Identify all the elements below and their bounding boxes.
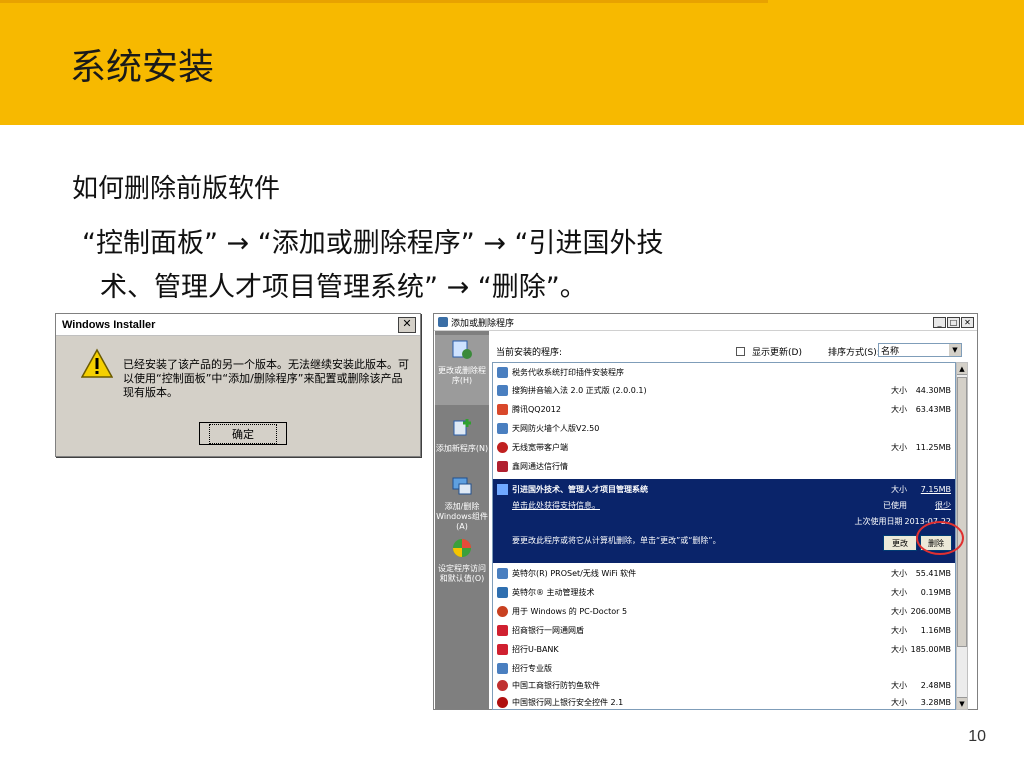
show-updates-label: 显示更新(D) (752, 348, 802, 358)
list-item[interactable]: 税务代收系统打印插件安装程序 (493, 363, 955, 381)
show-updates-checkbox[interactable] (736, 347, 745, 356)
warning-icon (81, 348, 113, 378)
program-icon (497, 366, 508, 378)
wireless-icon (497, 441, 508, 453)
selected-program[interactable]: 引进国外技术、管理人才项目管理系统 大小 7.15MB 单击此处获得支持信息。 已使用… (493, 479, 955, 563)
minimize-button[interactable]: _ (933, 316, 946, 328)
arp-title: 添加或删除程序 (451, 318, 515, 329)
list-item[interactable]: 招行U-BANK 大小 185.00MB (493, 640, 955, 658)
program-icon (497, 696, 508, 708)
sidebar-item-add-new[interactable]: 添加新程序(N) (435, 415, 489, 475)
arp-sidebar: 更改或删除程序(H) 添加新程序(N) 添加/删除Windows组件(A) 设定… (435, 331, 489, 709)
program-list: 税务代收系统打印插件安装程序 搜狗拼音输入法 2.0 正式版 (2.0.0.1)… (492, 362, 956, 710)
program-icon (497, 605, 508, 617)
list-item[interactable]: 英特尔(R) PROSet/无线 WiFi 软件 大小 55.41MB (493, 564, 955, 582)
arp-titlebar: 添加或删除程序 _ □ ✕ (434, 314, 977, 331)
scroll-thumb[interactable] (957, 377, 967, 647)
close-button[interactable]: ✕ (961, 316, 974, 328)
program-icon (497, 422, 508, 434)
installed-label: 当前安装的程序: (496, 348, 563, 358)
list-item[interactable]: 鑫网通达信行情 (493, 457, 955, 475)
program-icon (497, 483, 508, 495)
program-icon (497, 384, 508, 396)
list-item[interactable]: 腾讯QQ2012 大小 63.43MB (493, 400, 955, 418)
step-line-1: “控制面板” → “添加或删除程序” → “引进国外技 (82, 228, 664, 259)
page-number: 10 (968, 728, 986, 745)
maximize-button[interactable]: □ (947, 316, 960, 328)
add-remove-programs-window: 添加或删除程序 _ □ ✕ 更改或删除程序(H) 添加新程序(N) 添加/删除W… (433, 313, 978, 710)
slide-title: 系统安装 (70, 47, 215, 88)
dialog-title: Windows Installer (62, 318, 156, 331)
program-icon (497, 679, 508, 691)
sort-label: 排序方式(S): (828, 348, 880, 358)
list-item[interactable]: 天网防火墙个人版V2.50 (493, 419, 955, 437)
dialog-titlebar: Windows Installer ✕ (56, 314, 420, 336)
app-icon (438, 317, 448, 327)
selected-size-label: 大小 (891, 484, 907, 494)
ok-button-label: 确定 (209, 423, 277, 444)
support-info-link[interactable]: 单击此处获得支持信息。 (493, 500, 847, 511)
windows-components-icon (452, 477, 472, 495)
last-used-label: 上次使用日期 (854, 516, 903, 526)
slide: 系统安装 如何删除前版软件 “控制面板” → “添加或删除程序” → “引进国外… (0, 0, 1024, 768)
sidebar-item-windows-components[interactable]: 添加/删除Windows组件(A) (435, 473, 489, 533)
ok-button[interactable]: 确定 (199, 422, 287, 445)
list-item[interactable]: 英特尔® 主动管理技术 大小 0.19MB (493, 583, 955, 601)
used-label: 已使用 (883, 500, 907, 510)
list-item[interactable]: 招行专业版 (493, 659, 955, 677)
scroll-down-icon[interactable]: ▼ (957, 697, 967, 709)
installer-dialog: Windows Installer ✕ 已经安装了该产品的另一个版本。无法继续安… (55, 313, 421, 457)
defaults-icon (453, 539, 471, 557)
program-icon (497, 586, 508, 598)
change-button[interactable]: 更改 (883, 535, 917, 551)
scroll-up-icon[interactable]: ▲ (957, 363, 967, 375)
sidebar-item-change-remove[interactable]: 更改或删除程序(H) (435, 335, 489, 405)
change-remove-icon (452, 340, 472, 359)
step-instructions: “控制面板” → “添加或删除程序” → “引进国外技 术、管理人才项目管理系统… (82, 222, 942, 310)
sort-value: 名称 (881, 346, 900, 357)
list-item[interactable]: 无线宽带客户端 大小 11.25MB (493, 438, 955, 456)
sort-select[interactable]: 名称 ▼ (878, 343, 962, 357)
step-line-2: 术、管理人才项目管理系统” → “删除”。 (100, 272, 587, 303)
add-new-icon (453, 419, 471, 436)
selected-size: 7.15MB (920, 484, 951, 494)
header-accent-line (0, 0, 768, 3)
list-item[interactable]: 招商银行一网通网盾 大小 1.16MB (493, 621, 955, 639)
shield-icon (497, 624, 508, 636)
qq-icon (497, 403, 508, 415)
dialog-close-button[interactable]: ✕ (398, 316, 416, 333)
program-icon (497, 643, 508, 655)
arp-toolbar: 当前安装的程序: 显示更新(D) 排序方式(S): 名称 ▼ (492, 342, 972, 362)
program-icon (497, 662, 508, 674)
program-icon (497, 460, 508, 472)
program-icon (497, 567, 508, 579)
highlight-circle (916, 521, 964, 555)
list-item[interactable]: 搜狗拼音输入法 2.0 正式版 (2.0.0.1) 大小 44.30MB (493, 381, 955, 399)
slide-subtitle: 如何删除前版软件 (72, 174, 281, 204)
selected-name: 引进国外技术、管理人才项目管理系统 (512, 484, 648, 494)
list-item[interactable]: 用于 Windows 的 PC-Doctor 5 大小 206.00MB (493, 602, 955, 620)
sidebar-item-defaults[interactable]: 设定程序访问和默认值(O) (435, 535, 489, 595)
list-item[interactable]: 中国银行网上银行安全控件 2.1 大小 3.28MB (493, 693, 955, 709)
used-value: 很少 (935, 500, 951, 510)
list-item[interactable]: 中国工商银行防钓鱼软件 大小 2.48MB (493, 676, 955, 694)
chevron-down-icon: ▼ (949, 344, 961, 356)
dialog-message: 已经安装了该产品的另一个版本。无法继续安装此版本。可以使用“控制面板”中“添加/… (123, 358, 409, 399)
